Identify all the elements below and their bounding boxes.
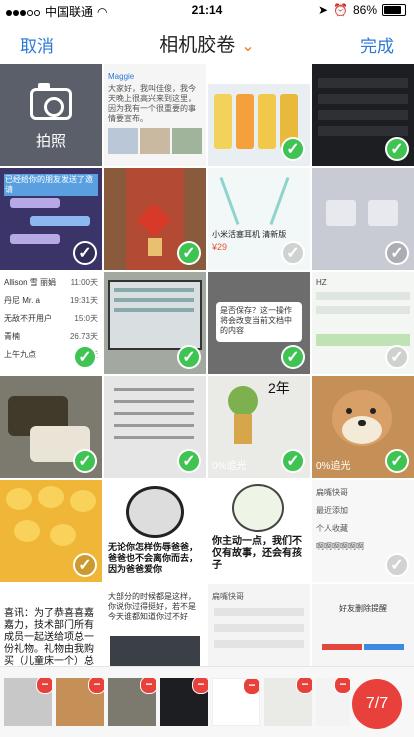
photo-thumbnail[interactable]: 无论你怎样伤辱爸爸，爸爸也不会离你而去，因为爸爸爱你 [104,480,206,582]
check-icon[interactable]: ✓ [73,241,97,265]
delete-icon[interactable]: − [334,678,350,694]
photo-text: 11:00天 [70,278,98,287]
check-icon[interactable]: ✓ [177,241,201,265]
photo-text: HZ [316,278,327,287]
photo-thumbnail[interactable]: 是否保存？这一操作将会改变当前文档中的内容 ✓ [208,272,310,374]
photo-thumbnail[interactable]: Maggie 大家好，我叫佳俊，我今天晚上很高兴来到这里，因为我有一个很重要的事… [104,64,206,166]
photo-text: 26.73天 [69,332,98,341]
nav-bar: 取消 相机胶卷 ⌄ 完成 [0,20,414,64]
photo-text: 小米活塞耳机 清新版 [212,230,287,239]
photo-text: 你主动一点，我们不仅有故事，还会有孩子 [212,536,302,571]
check-icon[interactable]: ✓ [73,449,97,473]
selected-thumbnail[interactable]: − [264,678,312,726]
photo-thumbnail[interactable]: ✓ [0,480,102,582]
photo-text: 扁嘴快哥 [316,488,348,497]
photo-thumbnail[interactable]: 小米活塞耳机 清新版 ¥29 ✓ [208,168,310,270]
delete-icon[interactable]: − [296,678,312,694]
delete-icon[interactable]: − [88,678,104,694]
selected-thumbnail[interactable]: − [4,678,52,726]
battery-percent: 86% [352,3,377,17]
take-photo-button[interactable]: 拍照 [0,64,102,166]
photo-thumbnail[interactable]: ✓ [0,376,102,478]
photo-thumbnail[interactable]: ✓ [104,272,206,374]
done-button[interactable]: 完成 [360,32,394,57]
delete-icon[interactable]: − [243,679,259,695]
delete-icon[interactable]: − [36,678,52,694]
photo-thumbnail[interactable]: 已经给你的朋友发送了邀请 ✓ [0,168,102,270]
photo-thumbnail[interactable]: 0%追光 ✓ [312,376,414,478]
photo-text: 15:0天 [74,314,98,323]
photo-thumbnail[interactable]: ✓ [104,168,206,270]
camera-icon [30,83,72,120]
photo-text: 是否保存？这一操作将会改变当前文档中的内容 [220,306,292,335]
delete-icon[interactable]: − [140,678,156,694]
delete-icon[interactable]: − [192,678,208,694]
check-icon[interactable]: ✓ [385,345,409,369]
selected-thumbnail[interactable]: − [160,678,208,726]
photo-thumbnail[interactable]: ✓ [208,64,310,166]
photo-text: 好友删除提醒 [339,604,387,613]
photo-text: 无论你怎样伤辱爸爸，爸爸也不会离你而去，因为爸爸爱你 [108,542,199,574]
photo-thumbnail[interactable]: 你主动一点，我们不仅有故事，还会有孩子 [208,480,310,582]
location-icon: ➤ [317,3,329,17]
photo-text: 大家好，我叫佳俊，我今天晚上很高兴来到这里，因为我有一个很重要的事情要宣布。 [108,84,196,123]
photo-thumbnail[interactable]: ✓ [312,64,414,166]
battery-icon [382,4,406,16]
status-bar: 中国联通 ◠ 21:14 ➤ ⏰ 86% [0,0,414,20]
photo-thumbnail[interactable]: 扁嘴快哥 最近添加 个人收藏 啊啊啊啊啊啊 ✓ [312,480,414,582]
take-photo-label: 拍照 [35,133,66,150]
photo-text: 扁嘴快哥 [212,592,244,601]
photo-text: 19:31天 [69,296,98,305]
photo-text: 啊啊啊啊啊啊 [316,542,364,551]
check-icon[interactable]: ✓ [177,449,201,473]
selected-thumbnail[interactable]: − [212,678,260,726]
album-title: 相机胶卷 [159,35,236,56]
selected-thumbnail[interactable]: − [108,678,156,726]
photo-thumbnail[interactable]: ✓ [312,168,414,270]
check-icon[interactable]: ✓ [281,345,305,369]
check-icon[interactable]: ✓ [385,137,409,161]
photo-text: 已经给你的朋友发送了邀请 [4,174,98,196]
check-icon[interactable]: ✓ [281,449,305,473]
photo-thumbnail[interactable]: Allison 雪 丽娟 11:00天 丹尼 Mr. a 19:31天 无敌不开… [0,272,102,374]
check-icon[interactable]: ✓ [281,137,305,161]
selected-thumbnail[interactable]: − [316,678,350,726]
selected-thumbnail[interactable]: − [56,678,104,726]
photo-text: Maggie [108,72,135,81]
photo-thumbnail[interactable]: ✓ [104,376,206,478]
photo-text: 个人收藏 [316,524,348,533]
check-icon[interactable]: ✓ [281,241,305,265]
selected-tray: − − − − − − − 7/7 [0,666,414,737]
check-icon[interactable]: ✓ [73,553,97,577]
alarm-icon: ⏰ [333,3,348,17]
check-icon[interactable]: ✓ [385,241,409,265]
photo-grid: 拍照 Maggie 大家好，我叫佳俊，我今天晚上很高兴来到这里，因为我有一个很重… [0,64,414,686]
photo-thumbnail[interactable]: HZ ✓ [312,272,414,374]
chevron-down-icon: ⌄ [241,38,255,55]
check-icon[interactable]: ✓ [385,553,409,577]
check-icon[interactable]: ✓ [73,345,97,369]
album-selector[interactable]: 相机胶卷 ⌄ [0,30,414,57]
battery-fill [384,6,402,14]
check-icon[interactable]: ✓ [385,449,409,473]
photo-text: 2年 [268,380,290,396]
photo-text: 大部分的时候都是这样，你说你过得挺好，若不是今天谁都知道你过不好 [108,592,196,621]
check-icon[interactable]: ✓ [177,345,201,369]
selection-counter-button[interactable]: 7/7 [352,679,402,729]
photo-text: 最近添加 [316,506,348,515]
photo-thumbnail[interactable]: 2年 0%追光 ✓ [208,376,310,478]
